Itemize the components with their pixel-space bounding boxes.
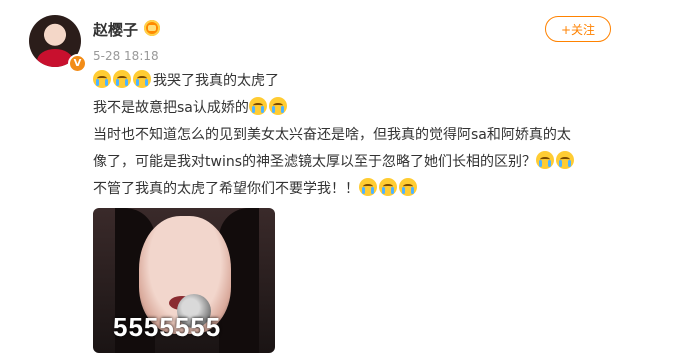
follow-button[interactable]: +关注 xyxy=(545,16,611,42)
crying-face-icon xyxy=(133,70,151,88)
crying-face-icon xyxy=(248,97,267,115)
crying-face-icon xyxy=(536,151,554,169)
crying-face-icon xyxy=(359,178,377,196)
post-line-3: 当时也不知道怎么的见到美女太兴奋还是啥，但我真的觉得阿sa和阿娇真的太 xyxy=(93,122,633,149)
post-line-4: 像了，可能是我对twins的神圣滤镜太厚以至于忽略了她们长相的区别？ xyxy=(93,149,633,176)
crying-face-icon xyxy=(556,151,574,169)
username[interactable]: 赵樱子 xyxy=(93,19,138,40)
verified-v-icon: V xyxy=(68,54,87,73)
post-image[interactable]: 5555555 xyxy=(93,208,275,353)
post-content: 我哭了我真的太虎了 我不是故意把sa认成娇的 当时也不知道怎么的见到美女太兴奋还… xyxy=(93,68,633,203)
crying-face-icon xyxy=(268,97,287,115)
crying-face-icon xyxy=(379,178,397,196)
post-timestamp[interactable]: 5-28 18:18 xyxy=(93,49,159,63)
weibo-post: V 赵樱子 5-28 18:18 +关注 我哭了我真的太虎了 我不是故意把sa认… xyxy=(0,0,674,364)
post-text-line-1: 我哭了我真的太虎了 xyxy=(153,73,279,89)
post-line-1: 我哭了我真的太虎了 xyxy=(93,68,633,95)
post-text-line-3: 当时也不知道怎么的见到美女太兴奋还是啥，但我真的觉得阿sa和阿娇真的太 xyxy=(93,127,571,143)
image-caption: 5555555 xyxy=(113,312,222,342)
post-line-5: 不管了我真的太虎了希望你们不要学我！！ xyxy=(93,176,633,203)
post-text-line-4: 像了，可能是我对twins的神圣滤镜太厚以至于忽略了她们长相的区别？ xyxy=(93,154,536,170)
crying-face-icon xyxy=(399,178,417,196)
crying-face-icon xyxy=(93,70,111,88)
post-line-2: 我不是故意把sa认成娇的 xyxy=(93,95,633,122)
post-text-line-5: 不管了我真的太虎了希望你们不要学我！！ xyxy=(93,181,359,197)
post-text-line-2: 我不是故意把sa认成娇的 xyxy=(93,100,249,116)
crown-badge-icon xyxy=(144,20,160,36)
crying-face-icon xyxy=(113,70,131,88)
